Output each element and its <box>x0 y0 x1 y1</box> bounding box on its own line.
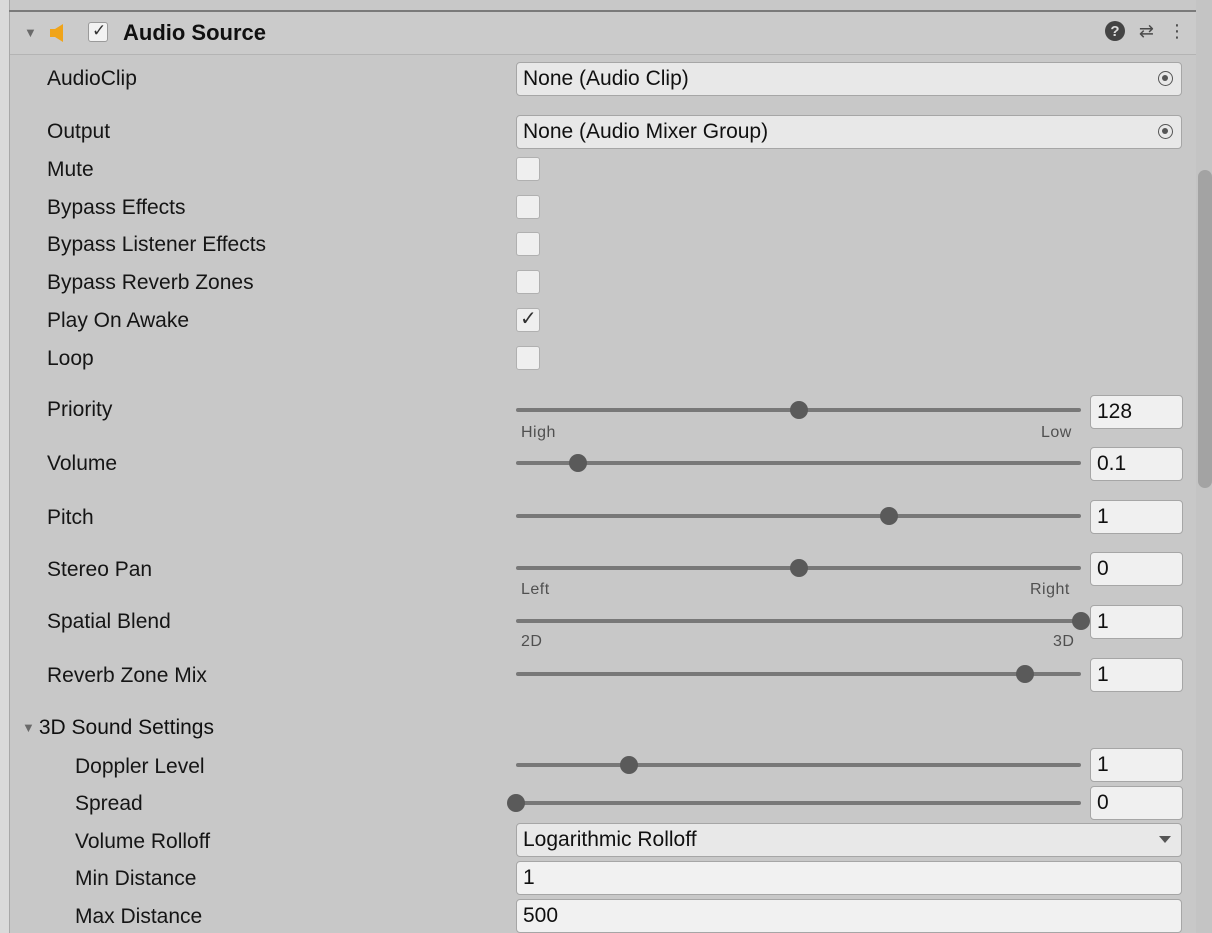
speaker-icon <box>50 24 63 42</box>
help-icon[interactable]: ? <box>1104 21 1125 41</box>
max-distance-label: Max Distance <box>75 905 203 928</box>
slider-handle[interactable] <box>620 756 638 774</box>
play-on-awake-label: Play On Awake <box>47 309 190 332</box>
presets-icon[interactable]: ⇄ <box>1139 21 1154 42</box>
spatial-blend-max-label: 3D <box>1053 633 1075 650</box>
spatial-blend-slider[interactable] <box>516 612 1090 630</box>
stereo-pan-max-label: Right <box>1030 581 1070 598</box>
loop-checkbox[interactable] <box>516 346 540 370</box>
volume-label: Volume <box>47 452 118 475</box>
reverb-zone-mix-input[interactable]: 1 <box>1090 658 1183 692</box>
scrollbar-thumb[interactable] <box>1198 170 1212 488</box>
component-enabled-checkbox[interactable]: ✓ <box>88 21 108 42</box>
reverb-zone-mix-label: Reverb Zone Mix <box>47 664 207 687</box>
audioclip-field[interactable]: None (Audio Clip) <box>516 62 1182 96</box>
stereo-pan-min-label: Left <box>521 581 550 598</box>
volume-rolloff-label: Volume Rolloff <box>75 830 211 853</box>
priority-input[interactable]: 128 <box>1090 395 1183 429</box>
volume-slider[interactable] <box>516 454 1081 472</box>
bypass-effects-checkbox[interactable] <box>516 195 540 219</box>
doppler-level-slider[interactable] <box>516 756 1081 774</box>
spread-slider[interactable] <box>507 794 1081 812</box>
audioclip-label: AudioClip <box>47 67 137 90</box>
pitch-label: Pitch <box>47 506 94 529</box>
stereo-pan-input[interactable]: 0 <box>1090 552 1183 586</box>
slider-handle[interactable] <box>507 794 525 812</box>
output-field[interactable]: None (Audio Mixer Group) <box>516 115 1182 149</box>
foldout-triangle-icon[interactable]: ▼ <box>22 720 35 735</box>
max-distance-input[interactable]: 500 <box>516 899 1182 933</box>
output-value: None (Audio Mixer Group) <box>523 120 769 143</box>
doppler-level-input[interactable]: 1 <box>1090 748 1183 782</box>
component-title: Audio Source <box>123 20 267 45</box>
slider-handle[interactable] <box>1015 665 1034 683</box>
slider-handle[interactable] <box>569 454 588 472</box>
spatial-blend-label: Spatial Blend <box>47 610 171 633</box>
spatial-blend-input[interactable]: 1 <box>1090 605 1183 639</box>
min-distance-label: Min Distance <box>75 867 197 890</box>
left-frame <box>0 0 10 933</box>
checkmark-icon: ✓ <box>520 308 537 330</box>
spread-label: Spread <box>75 792 143 815</box>
3d-sound-settings-label: 3D Sound Settings <box>38 716 214 739</box>
slider-handle[interactable] <box>879 507 898 525</box>
more-options-icon[interactable]: ⋮ <box>1168 21 1186 42</box>
loop-label: Loop <box>47 347 94 370</box>
priority-min-label: High <box>521 424 556 441</box>
volume-rolloff-value: Logarithmic Rolloff <box>523 828 697 851</box>
stereo-pan-label: Stereo Pan <box>47 558 153 581</box>
bypass-reverb-zones-checkbox[interactable] <box>516 270 540 294</box>
mute-checkbox[interactable] <box>516 157 540 181</box>
priority-slider[interactable] <box>516 401 1081 419</box>
min-distance-input[interactable]: 1 <box>516 861 1182 895</box>
output-label: Output <box>47 120 111 143</box>
component-header[interactable]: ▼ ✓ Audio Source ? ⇄ ⋮ <box>10 12 1196 55</box>
slider-handle[interactable] <box>789 401 808 419</box>
dropdown-arrow-icon <box>1159 836 1171 843</box>
slider-handle[interactable] <box>1072 612 1090 630</box>
spread-input[interactable]: 0 <box>1090 786 1183 820</box>
bypass-listener-effects-label: Bypass Listener Effects <box>47 233 267 256</box>
volume-rolloff-dropdown[interactable]: Logarithmic Rolloff <box>516 823 1182 857</box>
priority-label: Priority <box>47 398 113 421</box>
pitch-input[interactable]: 1 <box>1090 500 1183 534</box>
audioclip-value: None (Audio Clip) <box>523 67 689 90</box>
priority-max-label: Low <box>1041 424 1072 441</box>
3d-sound-settings-foldout[interactable]: ▼ 3D Sound Settings <box>22 716 214 740</box>
mute-label: Mute <box>47 158 94 181</box>
doppler-level-label: Doppler Level <box>75 755 205 778</box>
bypass-listener-effects-checkbox[interactable] <box>516 232 540 256</box>
pitch-slider[interactable] <box>516 507 1081 525</box>
bypass-reverb-zones-label: Bypass Reverb Zones <box>47 271 254 294</box>
play-on-awake-checkbox[interactable]: ✓ <box>516 308 540 332</box>
stereo-pan-slider[interactable] <box>516 559 1081 577</box>
collapse-triangle-icon[interactable]: ▼ <box>24 25 37 40</box>
volume-input[interactable]: 0.1 <box>1090 447 1183 481</box>
object-picker-icon[interactable] <box>1158 124 1173 139</box>
object-picker-icon[interactable] <box>1158 71 1173 86</box>
spatial-blend-min-label: 2D <box>521 633 543 650</box>
bypass-effects-label: Bypass Effects <box>47 196 186 219</box>
reverb-zone-mix-slider[interactable] <box>516 665 1081 683</box>
slider-handle[interactable] <box>789 559 808 577</box>
